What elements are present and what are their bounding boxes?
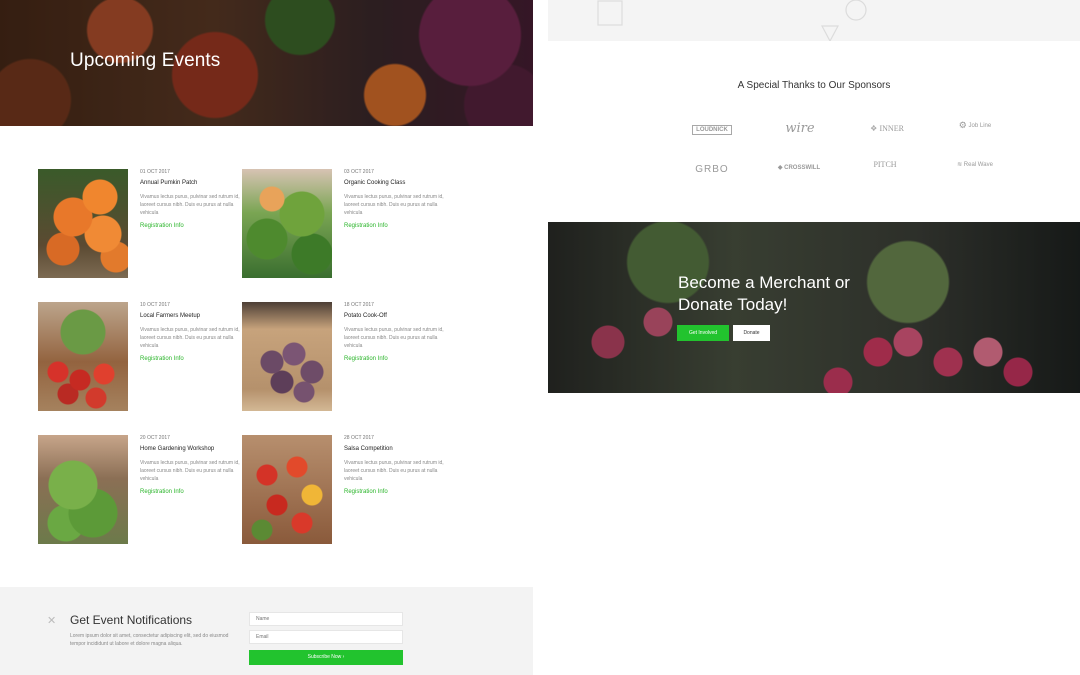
event-card-2: 03 OCT 2017 Organic Cooking Class Vivamu… [344, 169, 444, 229]
event-title[interactable]: Annual Pumkin Patch [140, 180, 240, 186]
donate-button[interactable]: Donate [733, 325, 770, 341]
merchant-cta-title: Become a Merchant or Donate Today! [678, 273, 850, 314]
sponsor-name: Real Wave [963, 162, 993, 168]
sponsor-logo-crosswill[interactable]: ◆ CROSSWILL [764, 164, 834, 171]
event-description: Vivamus lectus purus, pulvinar sed rutru… [140, 194, 240, 216]
event-date: 01 OCT 2017 [140, 169, 170, 175]
event-title[interactable]: Home Gardening Workshop [140, 446, 240, 452]
notifications-text: Lorem ipsum dolor sit amet, consectetur … [70, 633, 229, 647]
event-title[interactable]: Potato Cook-Off [344, 313, 444, 319]
sponsor-logo-pitch[interactable]: PITCH [850, 160, 920, 169]
registration-link[interactable]: Registration Info [344, 489, 444, 495]
event-card-1: 01 OCT 2017 Annual Pumkin Patch Vivamus … [140, 169, 240, 229]
event-image-farmers[interactable] [38, 302, 128, 411]
event-date: 18 OCT 2017 [344, 302, 374, 308]
event-card-6: 28 OCT 2017 Salsa Competition Vivamus le… [344, 435, 444, 495]
event-date: 20 OCT 2017 [140, 435, 170, 441]
diamond-icon: ❖ [870, 124, 878, 133]
registration-link[interactable]: Registration Info [140, 223, 240, 229]
event-image-gardening[interactable] [38, 435, 128, 544]
event-date: 28 OCT 2017 [344, 435, 374, 441]
email-field[interactable] [249, 630, 403, 644]
close-icon[interactable]: ✕ [47, 614, 56, 627]
subscribe-button[interactable]: Subscribe Now › [249, 650, 403, 665]
sponsor-logo-wire[interactable]: wire [765, 121, 835, 136]
sponsor-name: Job Line [968, 123, 992, 130]
event-card-5: 20 OCT 2017 Home Gardening Workshop Viva… [140, 435, 240, 495]
registration-link[interactable]: Registration Info [344, 223, 444, 229]
sponsor-name: LOUDNICK [692, 125, 732, 135]
event-title[interactable]: Local Farmers Meetup [140, 313, 240, 319]
event-image-potato[interactable] [242, 302, 332, 411]
event-title[interactable]: Organic Cooking Class [344, 180, 444, 186]
event-description: Vivamus lectus purus, pulvinar sed rutru… [140, 327, 240, 349]
notifications-title: Get Event Notifications [70, 613, 193, 627]
gear-icon: ⚙ [958, 120, 967, 130]
registration-link[interactable]: Registration Info [140, 489, 240, 495]
registration-link[interactable]: Registration Info [344, 356, 444, 362]
event-card-4: 18 OCT 2017 Potato Cook-Off Vivamus lect… [344, 302, 444, 362]
events-heading: Upcoming Events [70, 50, 221, 71]
event-description: Vivamus lectus purus, pulvinar sed rutru… [344, 327, 444, 349]
sponsor-logo-jobline[interactable]: ⚙ Job Line [940, 120, 1010, 130]
page: Upcoming Events 01 OCT 2017 Annual Pumki… [0, 0, 1080, 675]
event-image-salsa[interactable] [242, 435, 332, 544]
sponsor-logo-inner[interactable]: ❖ INNER [852, 124, 922, 133]
event-description: Vivamus lectus purus, pulvinar sed rutru… [140, 460, 240, 482]
sponsor-logo-loudnick[interactable]: LOUDNICK [677, 124, 747, 135]
registration-link[interactable]: Registration Info [140, 356, 240, 362]
event-date: 10 OCT 2017 [140, 302, 170, 308]
name-field[interactable] [249, 612, 403, 626]
sponsor-name: CROSSWILL [784, 165, 821, 171]
event-date: 03 OCT 2017 [344, 169, 374, 175]
event-image-pumpkin[interactable] [38, 169, 128, 278]
sponsor-logo-realwave[interactable]: ≋ Real Wave [940, 161, 1010, 168]
get-involved-button[interactable]: Get Involved [677, 325, 729, 341]
sponsors-title: A Special Thanks to Our Sponsors [737, 80, 891, 91]
decorative-shapes [597, 0, 867, 41]
event-description: Vivamus lectus purus, pulvinar sed rutru… [344, 194, 444, 216]
sponsor-name: INNER [879, 124, 904, 133]
event-card-3: 10 OCT 2017 Local Farmers Meetup Vivamus… [140, 302, 240, 362]
event-title[interactable]: Salsa Competition [344, 446, 444, 452]
wave-icon: ≋ [957, 162, 963, 168]
diamond-icon: ◆ [777, 165, 783, 171]
event-description: Vivamus lectus purus, pulvinar sed rutru… [344, 460, 444, 482]
event-image-cooking[interactable] [242, 169, 332, 278]
sponsor-logo-grbo[interactable]: GRBO [677, 164, 747, 175]
decorative-header-strip [548, 0, 1080, 41]
